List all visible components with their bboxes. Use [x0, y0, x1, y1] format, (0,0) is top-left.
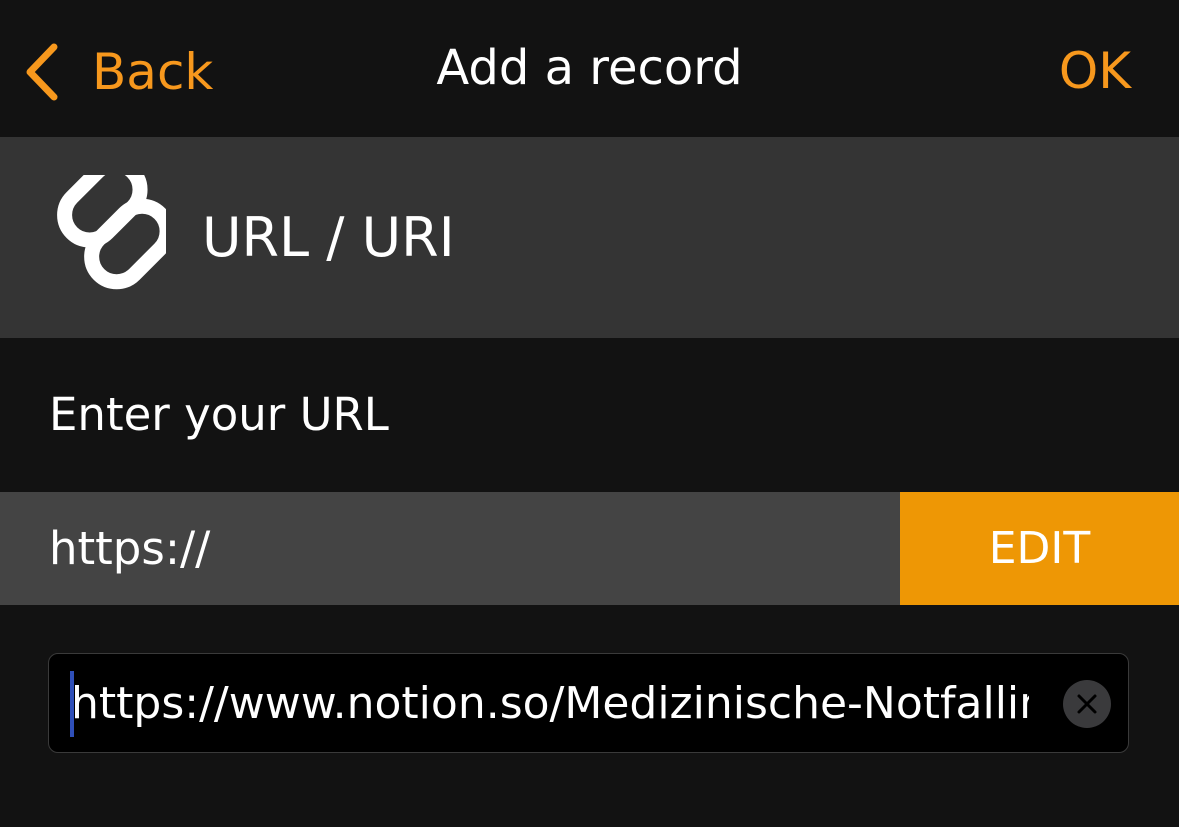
- link-icon: [57, 175, 166, 290]
- navigation-bar: Back Add a record OK: [0, 0, 1179, 137]
- clear-button[interactable]: [1063, 680, 1111, 728]
- url-prompt: Enter your URL: [49, 388, 389, 441]
- edit-button[interactable]: EDIT: [900, 492, 1179, 605]
- text-caret: [70, 671, 74, 737]
- close-icon: [1077, 694, 1097, 714]
- scheme-value: https://: [49, 522, 211, 575]
- ok-button[interactable]: OK: [1059, 46, 1131, 96]
- record-type-label: URL / URI: [202, 206, 455, 269]
- scheme-row: https:// EDIT: [0, 492, 1179, 605]
- page-title: Add a record: [436, 40, 743, 96]
- url-field: [48, 653, 1129, 753]
- add-record-screen: Back Add a record OK URL / URI Enter you…: [0, 0, 1179, 827]
- url-input[interactable]: [71, 654, 1029, 752]
- record-type-header: URL / URI: [0, 137, 1179, 338]
